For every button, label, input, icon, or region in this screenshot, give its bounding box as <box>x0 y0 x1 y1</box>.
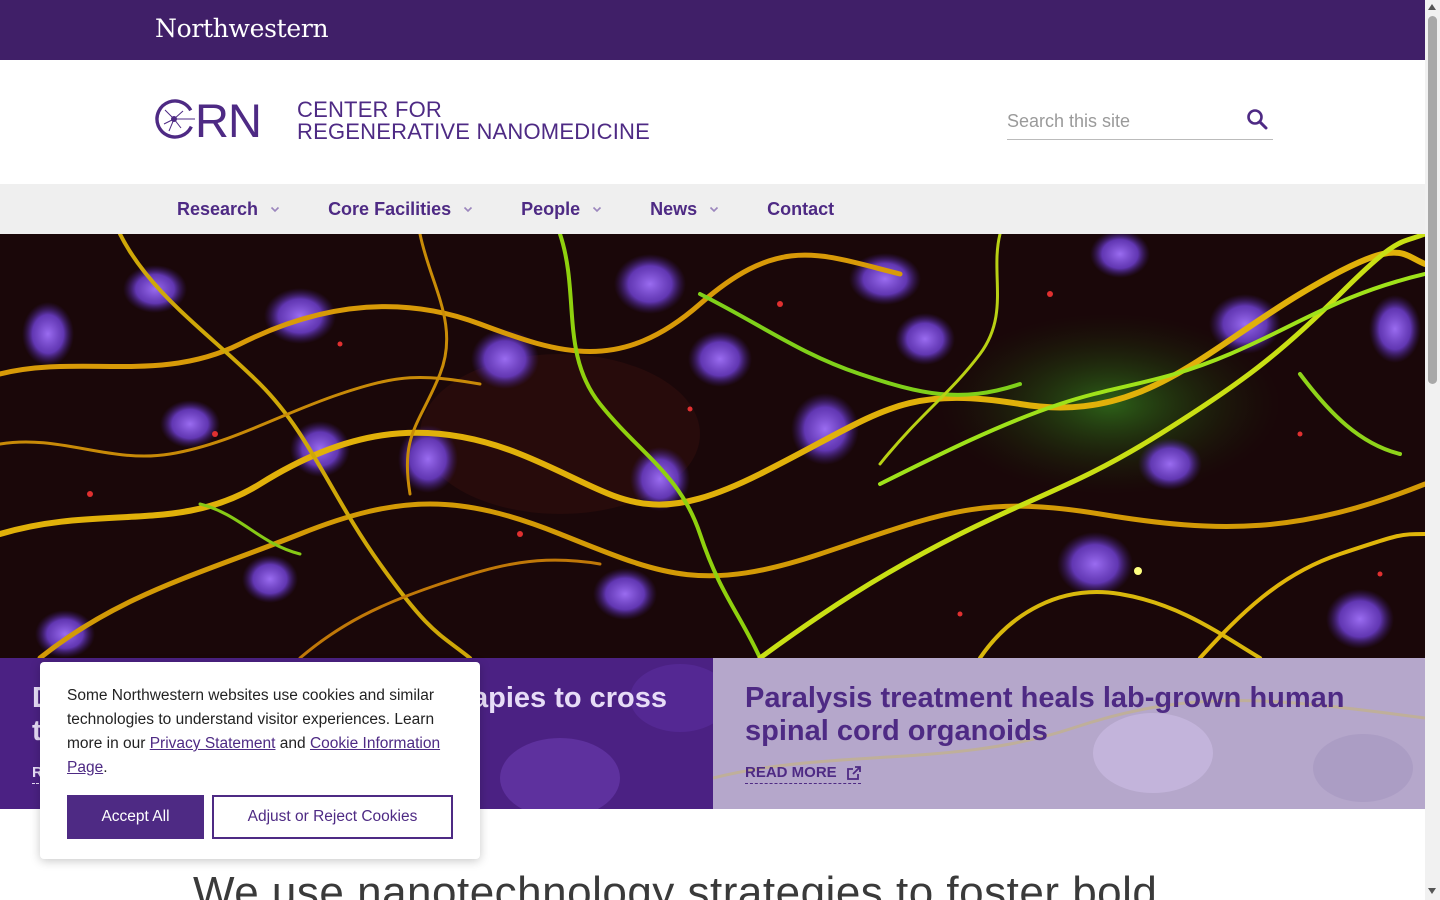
external-link-icon <box>846 765 861 780</box>
site-header: RN CENTER FOR REGENERATIVE NANOMEDICINE <box>0 60 1425 184</box>
search-icon <box>1247 108 1268 129</box>
northwestern-wordmark-link[interactable]: Northwestern <box>155 14 329 43</box>
adjust-reject-cookies-button[interactable]: Adjust or Reject Cookies <box>212 795 453 839</box>
read-more-label: READ MORE <box>745 764 837 781</box>
cookie-text-middle: and <box>275 735 310 752</box>
hero-microscopy-image <box>0 234 1425 658</box>
read-more-link-right[interactable]: READ MORE <box>745 764 861 784</box>
nav-item-label: Research <box>177 198 259 219</box>
cookie-text-end: . <box>103 759 108 776</box>
nav-item-core-facilities[interactable]: Core Facilities <box>328 199 473 220</box>
chevron-down-icon <box>464 206 473 213</box>
nav-item-label: News <box>650 198 698 219</box>
crn-logo-link[interactable]: RN CENTER FOR REGENERATIVE NANOMEDICINE <box>155 97 650 145</box>
cookie-consent-banner: Some Northwestern websites use cookies a… <box>40 662 480 859</box>
nav-item-label: Contact <box>767 198 835 219</box>
page: Northwestern RN CENTER FOR REGENERATIVE … <box>0 0 1440 900</box>
nav-item-people[interactable]: People <box>521 199 602 220</box>
scroll-down-arrow-icon[interactable] <box>1428 888 1436 894</box>
chevron-down-icon <box>270 206 280 213</box>
nav-item-label: People <box>521 198 581 219</box>
nav-item-research[interactable]: Research <box>177 199 280 220</box>
logo-text: CENTER FOR REGENERATIVE NANOMEDICINE <box>297 99 650 143</box>
cookie-consent-text: Some Northwestern websites use cookies a… <box>67 684 467 780</box>
nav-item-news[interactable]: News <box>650 199 719 220</box>
feature-title-right: Paralysis treatment heals lab-grown huma… <box>745 682 1345 747</box>
main-navigation: Research Core Facilities People News Con… <box>0 184 1425 234</box>
feature-panel-right[interactable]: Paralysis treatment heals lab-grown huma… <box>713 658 1425 809</box>
feature-title-left-tail: apies to cross <box>472 682 668 714</box>
scrollbar-thumb[interactable] <box>1428 16 1437 384</box>
scroll-up-arrow-icon[interactable] <box>1428 4 1436 10</box>
accept-all-cookies-button[interactable]: Accept All <box>67 795 204 839</box>
nav-item-label: Core Facilities <box>328 198 452 219</box>
search-button[interactable] <box>1243 106 1271 134</box>
hero-cells-illustration <box>0 234 1425 658</box>
chevron-down-icon <box>593 206 602 213</box>
site-search-form <box>1007 104 1273 140</box>
logo-text-line1: CENTER FOR <box>297 97 442 122</box>
nav-item-contact[interactable]: Contact <box>767 199 834 220</box>
page-scrollbar[interactable] <box>1425 0 1440 900</box>
northwestern-top-bar: Northwestern <box>0 0 1425 60</box>
crn-logo-mark: RN <box>155 97 262 145</box>
logo-text-line2: REGENERATIVE NANOMEDICINE <box>297 119 650 144</box>
svg-text:RN: RN <box>195 97 261 145</box>
privacy-statement-link[interactable]: Privacy Statement <box>150 735 276 752</box>
search-input[interactable] <box>1007 108 1237 134</box>
mission-tagline: We use nanotechnology strategies to fost… <box>193 868 1158 900</box>
chevron-down-icon <box>710 206 719 213</box>
nav-items: Research Core Facilities People News Con… <box>177 184 882 234</box>
